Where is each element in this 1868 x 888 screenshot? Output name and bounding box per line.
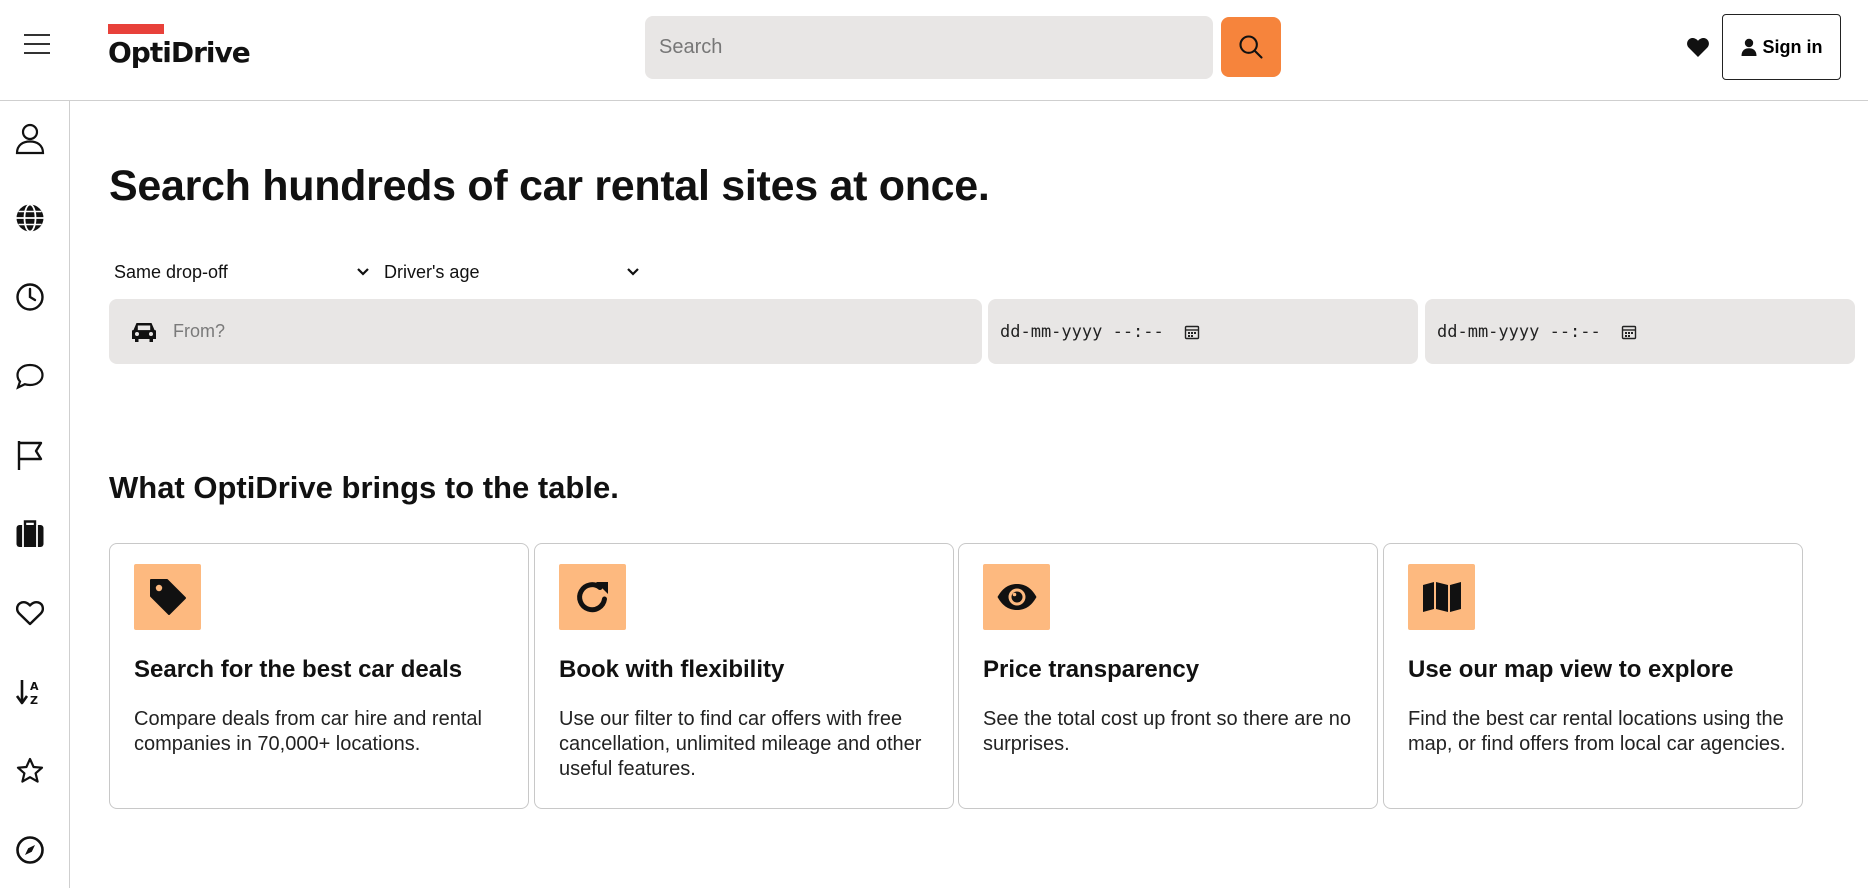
car-icon [132, 322, 156, 342]
sidebar-item-account[interactable] [14, 123, 46, 155]
card-title: Book with flexibility [559, 656, 785, 683]
brand-name: OptiDrive [108, 36, 251, 69]
sidebar-item-sort[interactable]: A Z [14, 676, 46, 708]
card-text: Compare deals from car hire and rental c… [134, 708, 482, 755]
brand-logo[interactable]: OptiDrive [108, 24, 251, 69]
luggage-icon [16, 520, 44, 547]
card-icon-box [1408, 564, 1475, 630]
star-icon [16, 757, 44, 783]
dropoff-select[interactable]: Same drop-off [114, 258, 370, 286]
search-button[interactable] [1221, 17, 1281, 77]
sidebar-item-trips[interactable] [14, 518, 46, 550]
eye-icon [997, 584, 1036, 610]
calendar-icon[interactable] [1184, 324, 1200, 340]
sidebar-item-starred[interactable] [14, 755, 46, 787]
card-text: Find the best car rental locations using… [1408, 708, 1786, 755]
chevron-down-icon [357, 268, 369, 276]
card-title: Search for the best car deals [134, 656, 463, 683]
sign-in-button[interactable]: Sign in [1722, 14, 1841, 80]
dropoff-datetime-input[interactable]: dd-mm-yyyy --:-- [1425, 299, 1855, 364]
pickup-datetime-input[interactable]: dd-mm-yyyy --:-- [988, 299, 1418, 364]
driver-age-select[interactable]: Driver's age [384, 258, 640, 286]
svg-text:A: A [30, 680, 39, 693]
svg-text:Z: Z [30, 694, 38, 707]
clock-icon [16, 283, 44, 311]
menu-icon[interactable] [24, 34, 52, 58]
search-input[interactable] [645, 16, 1213, 79]
sort-icon: A Z [15, 680, 39, 707]
sidebar-item-explore[interactable] [14, 202, 46, 234]
refresh-icon [576, 582, 608, 613]
calendar-icon[interactable] [1621, 324, 1637, 340]
from-placeholder: From? [173, 321, 226, 341]
card-text: Use our filter to find car offers with f… [559, 708, 922, 780]
card-title: Use our map view to explore [1408, 656, 1734, 683]
sign-in-label: Sign in [1762, 36, 1823, 57]
card-icon-box [983, 564, 1050, 630]
top-header: OptiDrive Sign in [0, 0, 1868, 101]
chevron-down-icon [627, 268, 639, 276]
page-title: Search hundreds of car rental sites at o… [109, 162, 990, 210]
favorites-button[interactable] [1683, 32, 1713, 62]
pickup-datetime-value: dd-mm-yyyy --:-- [1000, 321, 1164, 342]
section-title: What OptiDrive brings to the table. [109, 470, 619, 505]
user-icon [15, 123, 45, 155]
sidebar-item-messages[interactable] [14, 360, 46, 392]
left-sidebar: A Z [0, 101, 70, 888]
sidebar-item-history[interactable] [14, 281, 46, 313]
globe-icon [16, 203, 44, 233]
feature-card-deals: Search for the best car deals Compare de… [109, 543, 529, 809]
feature-card-flexibility: Book with flexibility Use our filter to … [534, 543, 954, 809]
from-location-input[interactable]: From? [109, 299, 982, 364]
dropoff-datetime-value: dd-mm-yyyy --:-- [1437, 321, 1601, 342]
dropoff-select-value: Same drop-off [114, 261, 228, 282]
sidebar-item-reports[interactable] [14, 439, 46, 471]
heart-icon [15, 600, 45, 626]
user-icon [1741, 38, 1756, 56]
tag-icon [149, 579, 186, 615]
logo-bar [108, 24, 164, 34]
driver-age-select-value: Driver's age [384, 261, 480, 282]
feature-card-transparency: Price transparency See the total cost up… [958, 543, 1378, 809]
card-title: Price transparency [983, 656, 1200, 683]
heart-icon [1687, 38, 1709, 57]
compass-icon [16, 836, 44, 864]
search-icon [1239, 35, 1263, 59]
card-icon-box [559, 564, 626, 630]
map-icon [1422, 582, 1461, 612]
card-text: See the total cost up front so there are… [983, 708, 1352, 755]
flag-icon [17, 441, 43, 470]
sidebar-item-favorites[interactable] [14, 597, 46, 629]
sidebar-item-discover[interactable] [14, 834, 46, 866]
chat-icon [16, 363, 44, 390]
feature-card-map: Use our map view to explore Find the bes… [1383, 543, 1803, 809]
card-icon-box [134, 564, 201, 630]
